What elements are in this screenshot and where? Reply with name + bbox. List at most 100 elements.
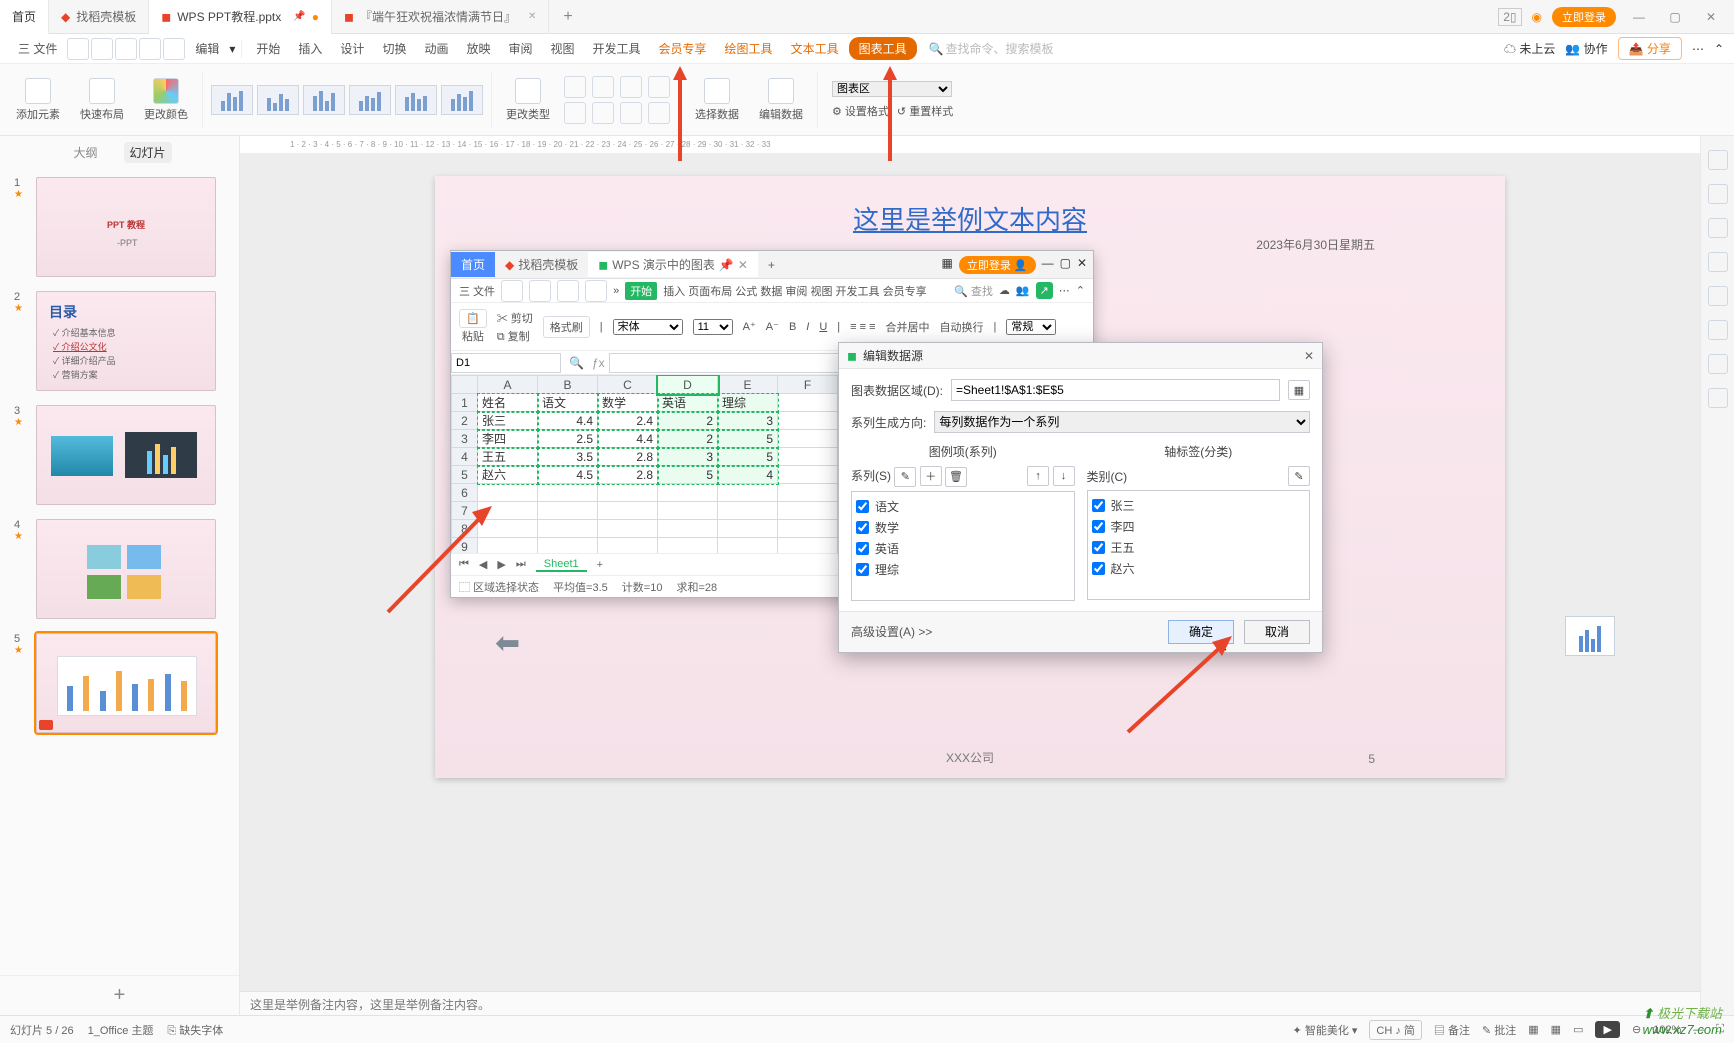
tab-doc-2[interactable]: ◼『端午狂欢祝福浓情满节日』✕ xyxy=(332,0,549,34)
underline-icon[interactable]: U xyxy=(819,321,827,333)
sheet-nav-prev[interactable]: ◀ xyxy=(479,558,487,571)
cell[interactable] xyxy=(718,520,778,538)
font-size-select[interactable]: 11 xyxy=(693,319,733,335)
bold-icon[interactable]: B xyxy=(789,321,796,333)
cell[interactable] xyxy=(478,538,538,554)
sheet-menu-rest[interactable]: 插入 页面布局 公式 数据 审阅 视图 开发工具 会员专享 xyxy=(663,283,926,299)
font-grow-icon[interactable]: A⁺ xyxy=(743,320,756,333)
cell[interactable] xyxy=(598,484,658,502)
cell[interactable] xyxy=(598,502,658,520)
maximize-button[interactable]: ▢ xyxy=(1662,10,1688,24)
row-header[interactable]: 3 xyxy=(452,430,478,448)
cell[interactable]: 王五 xyxy=(478,448,538,466)
number-format[interactable]: 常规 xyxy=(1006,319,1056,335)
tab-pin-icon[interactable]: 📌 xyxy=(719,258,734,272)
cell[interactable] xyxy=(778,502,838,520)
cell[interactable] xyxy=(658,520,718,538)
wrap-button[interactable]: 自动换行 xyxy=(940,319,984,335)
format-button[interactable]: ⚙ 设置格式 xyxy=(832,103,889,119)
col-header[interactable]: A xyxy=(478,376,538,394)
tab-doc-ppt[interactable]: ◼WPS PPT教程.pptx📌● xyxy=(149,0,332,34)
status-missing-font[interactable]: ⎘ 缺失字体 xyxy=(167,1022,223,1038)
sheet-more-icon[interactable]: ⋯ xyxy=(1059,284,1070,297)
chart-style-thumb[interactable] xyxy=(257,85,299,115)
menu-design[interactable]: 设计 xyxy=(332,36,372,61)
chart-type-icon[interactable] xyxy=(592,76,614,98)
sheet-tab-template[interactable]: ◆找稻壳模板 xyxy=(495,252,588,277)
cell[interactable] xyxy=(778,412,838,430)
menu-start[interactable]: 开始 xyxy=(248,36,288,61)
cat-checkbox[interactable] xyxy=(1092,520,1105,533)
menu-review[interactable]: 审阅 xyxy=(500,36,540,61)
add-slide-button[interactable]: + xyxy=(0,975,239,1015)
close-icon[interactable]: ✕ xyxy=(528,11,536,22)
sheet-nav-last[interactable]: ⏭ xyxy=(516,558,526,571)
series-up-icon[interactable]: ↑ xyxy=(1027,466,1049,486)
sheet-coop-icon[interactable]: 👥 xyxy=(1016,284,1030,297)
cell[interactable] xyxy=(538,484,598,502)
cell[interactable] xyxy=(718,502,778,520)
cloud-status[interactable]: ☁ 未上云 xyxy=(1504,40,1555,57)
share-button[interactable]: 📤 分享 xyxy=(1618,37,1682,60)
rt-icon[interactable] xyxy=(1708,218,1728,238)
font-shrink-icon[interactable]: A⁻ xyxy=(766,320,779,333)
ok-button[interactable]: 确定 xyxy=(1168,620,1234,644)
cell[interactable] xyxy=(478,484,538,502)
search-placeholder[interactable]: 查找命令、搜索模板 xyxy=(946,40,1054,57)
qat-icon[interactable] xyxy=(557,280,579,302)
range-input[interactable] xyxy=(951,379,1280,401)
menu-edit[interactable]: 编辑 xyxy=(187,36,227,61)
cell[interactable]: 2.8 xyxy=(598,466,658,484)
qat-save-icon[interactable] xyxy=(115,38,137,60)
cut-button[interactable]: ✂ 剪切 xyxy=(497,310,533,326)
row-header[interactable]: 8 xyxy=(452,520,478,538)
menu-animation[interactable]: 动画 xyxy=(416,36,456,61)
close-button[interactable]: ✕ xyxy=(1077,256,1087,274)
minimize-button[interactable]: — xyxy=(1042,256,1054,274)
cell[interactable]: 2.5 xyxy=(538,430,598,448)
ribbon-change-color[interactable]: 更改颜色 xyxy=(138,78,194,122)
status-comment-button[interactable]: ✎ 批注 xyxy=(1482,1022,1516,1038)
sheet-nav-next[interactable]: ▶ xyxy=(497,558,505,571)
cat-checkbox[interactable] xyxy=(1092,562,1105,575)
cell[interactable] xyxy=(778,538,838,554)
ribbon-edit-data[interactable]: 编辑数据 xyxy=(753,78,809,122)
maximize-button[interactable]: ▢ xyxy=(1060,256,1071,274)
col-header[interactable]: D xyxy=(658,376,718,394)
format-painter[interactable]: 格式刷 xyxy=(543,316,590,338)
cell[interactable]: 李四 xyxy=(478,430,538,448)
qat-print-icon[interactable] xyxy=(139,38,161,60)
menu-vip[interactable]: 会员专享 xyxy=(651,36,715,61)
cell[interactable]: 3 xyxy=(658,448,718,466)
cell[interactable] xyxy=(778,394,838,412)
sheet-collapse-icon[interactable]: ⌃ xyxy=(1076,284,1085,297)
series-del-icon[interactable]: 🗑 xyxy=(945,467,967,487)
slide-thumb-3[interactable]: 3★ xyxy=(14,405,225,505)
sheet-cloud-icon[interactable]: ☁ xyxy=(999,284,1010,297)
axis-edit-icon[interactable]: ✎ xyxy=(1288,466,1310,486)
cell[interactable] xyxy=(478,502,538,520)
cell[interactable] xyxy=(598,520,658,538)
row-header[interactable]: 1 xyxy=(452,394,478,412)
ribbon-select-data[interactable]: 选择数据 xyxy=(689,78,745,122)
chart-type-icon[interactable] xyxy=(620,76,642,98)
slides-tab[interactable]: 幻灯片 xyxy=(124,142,172,163)
series-checkbox[interactable] xyxy=(856,521,869,534)
rt-icon[interactable] xyxy=(1708,354,1728,374)
row-header[interactable]: 5 xyxy=(452,466,478,484)
embedded-chart-placeholder[interactable] xyxy=(1565,616,1615,656)
row-header[interactable]: 6 xyxy=(452,484,478,502)
cell[interactable] xyxy=(538,520,598,538)
view-normal-icon[interactable]: ▦ xyxy=(1528,1023,1538,1036)
cat-checkbox[interactable] xyxy=(1092,541,1105,554)
chart-type-icon[interactable] xyxy=(564,76,586,98)
cell[interactable]: 4.4 xyxy=(538,412,598,430)
new-tab-button[interactable]: + xyxy=(549,8,586,26)
chart-style-thumb[interactable] xyxy=(303,85,345,115)
slide-thumb-1[interactable]: 1★ PPT 教程-PPT xyxy=(14,177,225,277)
add-sheet-button[interactable]: + xyxy=(597,559,603,571)
fx-icon[interactable]: ƒx xyxy=(592,356,605,370)
italic-icon[interactable]: I xyxy=(806,321,809,333)
cell[interactable]: 4.4 xyxy=(598,430,658,448)
tab-pin-icon[interactable]: 📌 xyxy=(293,11,305,22)
